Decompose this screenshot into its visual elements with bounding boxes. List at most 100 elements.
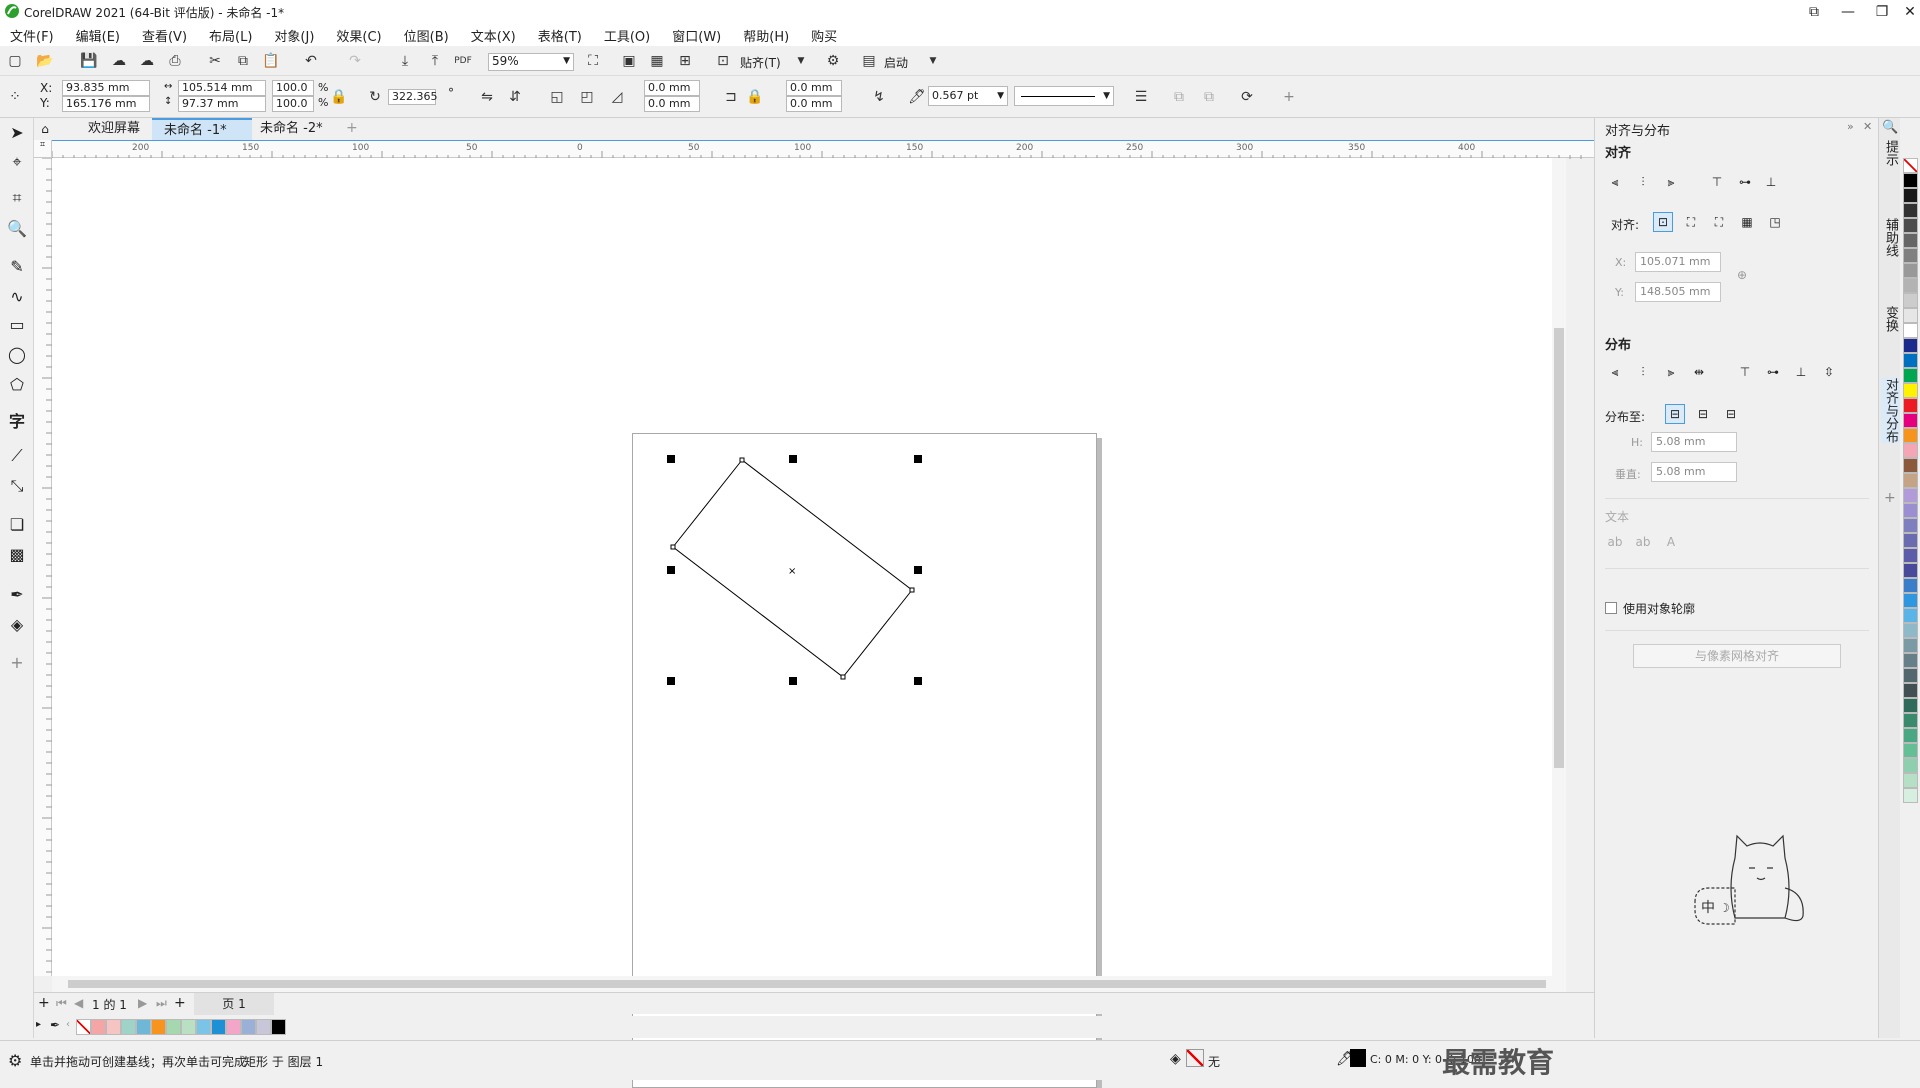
palette-swatch[interactable] bbox=[1903, 728, 1918, 743]
menu-window[interactable]: 窗口(W) bbox=[672, 26, 721, 45]
palette-swatch[interactable] bbox=[1903, 218, 1918, 233]
align-top-icon[interactable]: ⊤ bbox=[1707, 172, 1727, 192]
align-selection-icon[interactable]: ⛶ bbox=[1681, 212, 1701, 232]
side-tab-align-distribute[interactable]: 对齐与分布 bbox=[1881, 378, 1900, 443]
convert-to-curves-icon[interactable]: ⟳ bbox=[1236, 86, 1258, 108]
zoom-level-field[interactable]: 59% ▼ bbox=[488, 53, 574, 71]
palette-swatch[interactable] bbox=[1903, 743, 1918, 758]
width-field[interactable]: 105.514 mm bbox=[178, 80, 266, 96]
scale-y-field[interactable]: 100.0 bbox=[272, 96, 314, 112]
new-document-icon[interactable]: ▢ bbox=[4, 50, 26, 72]
snap-to-dropdown[interactable]: 贴齐(T) bbox=[740, 54, 781, 71]
palette-swatch[interactable] bbox=[1903, 428, 1918, 443]
menu-view[interactable]: 查看(V) bbox=[142, 26, 187, 45]
distribute-center-v-icon[interactable]: ⊶ bbox=[1763, 362, 1783, 382]
pick-tool-icon[interactable]: ➤ bbox=[5, 120, 29, 144]
scallop-corner-icon[interactable]: ◰ bbox=[576, 86, 598, 108]
scale-x-field[interactable]: 100.0 bbox=[272, 80, 314, 96]
cut-icon[interactable]: ✂ bbox=[204, 50, 226, 72]
corner-radius-2-field[interactable]: 0.0 mm bbox=[644, 96, 700, 112]
eyedropper-icon[interactable]: ✒ bbox=[50, 1018, 60, 1032]
document-swatch[interactable] bbox=[196, 1019, 211, 1035]
horizontal-scrollbar[interactable] bbox=[52, 976, 1566, 992]
palette-swatch[interactable] bbox=[1903, 713, 1918, 728]
chevron-down-icon[interactable]: ▼ bbox=[997, 87, 1004, 105]
zoom-tool-icon[interactable]: 🔍 bbox=[5, 216, 29, 240]
align-right-icon[interactable]: ⫸ bbox=[1661, 172, 1681, 192]
palette-swatch[interactable] bbox=[1903, 698, 1918, 713]
close-button[interactable]: ✕ bbox=[1892, 0, 1920, 24]
align-left-icon[interactable]: ⫷ bbox=[1605, 172, 1625, 192]
menu-file[interactable]: 文件(F) bbox=[10, 26, 54, 45]
page-tab-1[interactable]: 页 1 bbox=[194, 993, 274, 1015]
align-y-field[interactable]: 148.505 mm bbox=[1635, 282, 1721, 302]
text-tool-icon[interactable]: 字 bbox=[5, 408, 29, 432]
align-bottom-icon[interactable]: ⊥ bbox=[1761, 172, 1781, 192]
search-icon[interactable]: 🔍 bbox=[1882, 120, 1898, 135]
chevron-down-icon[interactable]: ▼ bbox=[563, 54, 570, 68]
snap-icon[interactable]: ⊡ bbox=[712, 50, 734, 72]
connector-tool-icon[interactable]: ⤡ bbox=[5, 474, 29, 498]
add-page-icon[interactable]: + bbox=[38, 995, 50, 1011]
align-point-icon[interactable]: ◳ bbox=[1765, 212, 1785, 232]
object-origin-icon[interactable]: ⁘ bbox=[4, 86, 26, 108]
full-screen-icon[interactable]: ▣ bbox=[618, 50, 640, 72]
menu-bitmaps[interactable]: 位图(B) bbox=[404, 26, 449, 45]
ellipse-tool-icon[interactable]: ◯ bbox=[5, 342, 29, 366]
palette-swatch[interactable] bbox=[1903, 773, 1918, 788]
palette-swatch[interactable] bbox=[1903, 638, 1918, 653]
chevron-down-icon[interactable]: ▼ bbox=[790, 50, 812, 72]
grid-icon[interactable]: ▦ bbox=[646, 50, 668, 72]
distribute-center-h-icon[interactable]: ⫶ bbox=[1633, 362, 1653, 382]
to-front-icon[interactable]: ⧉ bbox=[1168, 86, 1190, 108]
document-swatch[interactable] bbox=[151, 1019, 166, 1035]
palette-swatch[interactable] bbox=[1903, 263, 1918, 278]
document-swatch[interactable] bbox=[136, 1019, 151, 1035]
tab-untitled-1[interactable]: 未命名 -1* bbox=[152, 118, 252, 140]
document-swatch[interactable] bbox=[76, 1019, 91, 1035]
menu-tools[interactable]: 工具(O) bbox=[604, 26, 650, 45]
document-swatch[interactable] bbox=[166, 1019, 181, 1035]
side-tab-hints[interactable]: 提示 bbox=[1881, 140, 1900, 166]
docker-collapse-icon[interactable]: » bbox=[1847, 120, 1854, 133]
lock-corners-icon[interactable]: 🔒 bbox=[744, 86, 766, 108]
align-active-objects-icon[interactable]: ⊡ bbox=[1653, 212, 1673, 232]
add-page-after-icon[interactable]: + bbox=[174, 995, 186, 1011]
palette-swatch[interactable] bbox=[1903, 683, 1918, 698]
cloud-upload-icon[interactable]: ☁ bbox=[136, 50, 158, 72]
distribute-spacing-icon[interactable]: ⊟ bbox=[1721, 404, 1741, 424]
v-spacing-field[interactable]: 5.08 mm bbox=[1651, 462, 1737, 482]
palette-swatch[interactable] bbox=[1903, 758, 1918, 773]
crop-tool-icon[interactable]: ⌗ bbox=[5, 186, 29, 210]
corner-radius-1-field[interactable]: 0.0 mm bbox=[644, 80, 700, 96]
palette-swatch[interactable] bbox=[1903, 158, 1918, 173]
palette-swatch[interactable] bbox=[1903, 563, 1918, 578]
distribute-left-icon[interactable]: ⫷ bbox=[1605, 362, 1625, 382]
copy-icon[interactable]: ⧉ bbox=[232, 50, 254, 72]
menu-text[interactable]: 文本(X) bbox=[471, 26, 516, 45]
launch-icon[interactable]: ▤ bbox=[858, 50, 880, 72]
ruler-origin-icon[interactable]: ⌗ bbox=[34, 140, 52, 158]
previous-page-icon[interactable]: ◀ bbox=[74, 996, 83, 1010]
tab-untitled-2[interactable]: 未命名 -2* bbox=[248, 118, 335, 140]
palette-swatch[interactable] bbox=[1903, 488, 1918, 503]
first-page-icon[interactable]: ⏮ bbox=[56, 996, 67, 1011]
docker-close-icon[interactable]: ✕ bbox=[1863, 120, 1872, 133]
chevron-down-icon[interactable]: ▼ bbox=[1103, 89, 1110, 103]
document-swatch[interactable] bbox=[91, 1019, 106, 1035]
palette-swatch[interactable] bbox=[1903, 308, 1918, 323]
menu-help[interactable]: 帮助(H) bbox=[743, 26, 789, 45]
distribute-right-icon[interactable]: ⫸ bbox=[1661, 362, 1681, 382]
text-bounding-box-icon[interactable]: A bbox=[1661, 532, 1681, 552]
pixel-grid-button[interactable]: 与像素网格对齐 bbox=[1633, 644, 1841, 668]
palette-swatch[interactable] bbox=[1903, 578, 1918, 593]
palette-swatch[interactable] bbox=[1903, 548, 1918, 563]
use-outline-checkbox[interactable] bbox=[1605, 602, 1617, 614]
height-field[interactable]: 97.37 mm bbox=[178, 96, 266, 112]
cloud-download-icon[interactable]: ☁ bbox=[108, 50, 130, 72]
restore-icon[interactable]: ⧉ bbox=[1796, 0, 1832, 24]
document-swatch[interactable] bbox=[106, 1019, 121, 1035]
document-swatch[interactable] bbox=[181, 1019, 196, 1035]
minimize-button[interactable]: — bbox=[1830, 0, 1866, 24]
palette-swatch[interactable] bbox=[1903, 413, 1918, 428]
